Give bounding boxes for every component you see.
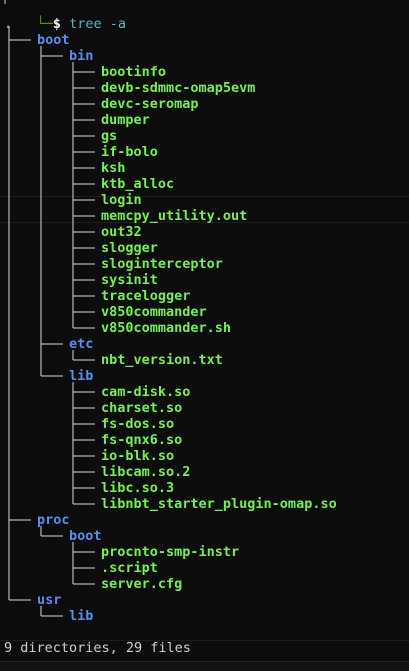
summary-line: 9 directories, 29 files (4, 640, 191, 656)
tree-file: libcam.so.2 (101, 464, 191, 480)
tree-file: libc.so.3 (101, 480, 175, 496)
tree-directory: boot (69, 528, 102, 544)
tree-file: slogger (101, 240, 158, 256)
tree-file: procnto-smp-instr (101, 544, 240, 560)
tree-file: cam-disk.so (101, 384, 191, 400)
terminal-window[interactable]: └─$ tree -a . boot bin bootinfo devb-sdmmc-… (0, 0, 409, 671)
tree-directory: proc (37, 512, 70, 528)
status-strip (0, 661, 409, 671)
tree-file: io-blk.so (101, 448, 175, 464)
tree-file: login (101, 192, 142, 208)
tree-directory: boot (37, 32, 70, 48)
tree-file: ksh (101, 160, 126, 176)
tree-file: out32 (101, 224, 142, 240)
tree-file: sysinit (101, 272, 158, 288)
tree-file: v850commander (101, 304, 207, 320)
tree-file: .script (101, 560, 158, 576)
tree-directory: etc (69, 336, 94, 352)
tree-file: bootinfo (101, 64, 167, 80)
tree-file: fs-dos.so (101, 416, 175, 432)
tree-file: gs (101, 128, 118, 144)
tree-directory: usr (37, 592, 62, 608)
tree-file: v850commander.sh (101, 320, 232, 336)
tree-file: dumper (101, 112, 150, 128)
tree-file: sloginterceptor (101, 256, 223, 272)
tree-file: tracelogger (101, 288, 191, 304)
tree-file: devb-sdmmc-omap5evm (101, 80, 256, 96)
tree-file: server.cfg (101, 576, 183, 592)
tree-file: if-bolo (101, 144, 158, 160)
tree-file: ktb_alloc (101, 176, 175, 192)
tree-file: charset.so (101, 400, 183, 416)
tree-file: nbt_version.txt (101, 352, 223, 368)
tree-directory: lib (69, 368, 94, 384)
tree-file: devc-seromap (101, 96, 199, 112)
tree-directory: bin (69, 48, 94, 64)
tree-directory: lib (69, 608, 94, 624)
tree-file: memcpy_utility.out (101, 208, 248, 224)
tree-file: libnbt_starter_plugin-omap.so (101, 496, 337, 512)
tree-file: fs-qnx6.so (101, 432, 183, 448)
